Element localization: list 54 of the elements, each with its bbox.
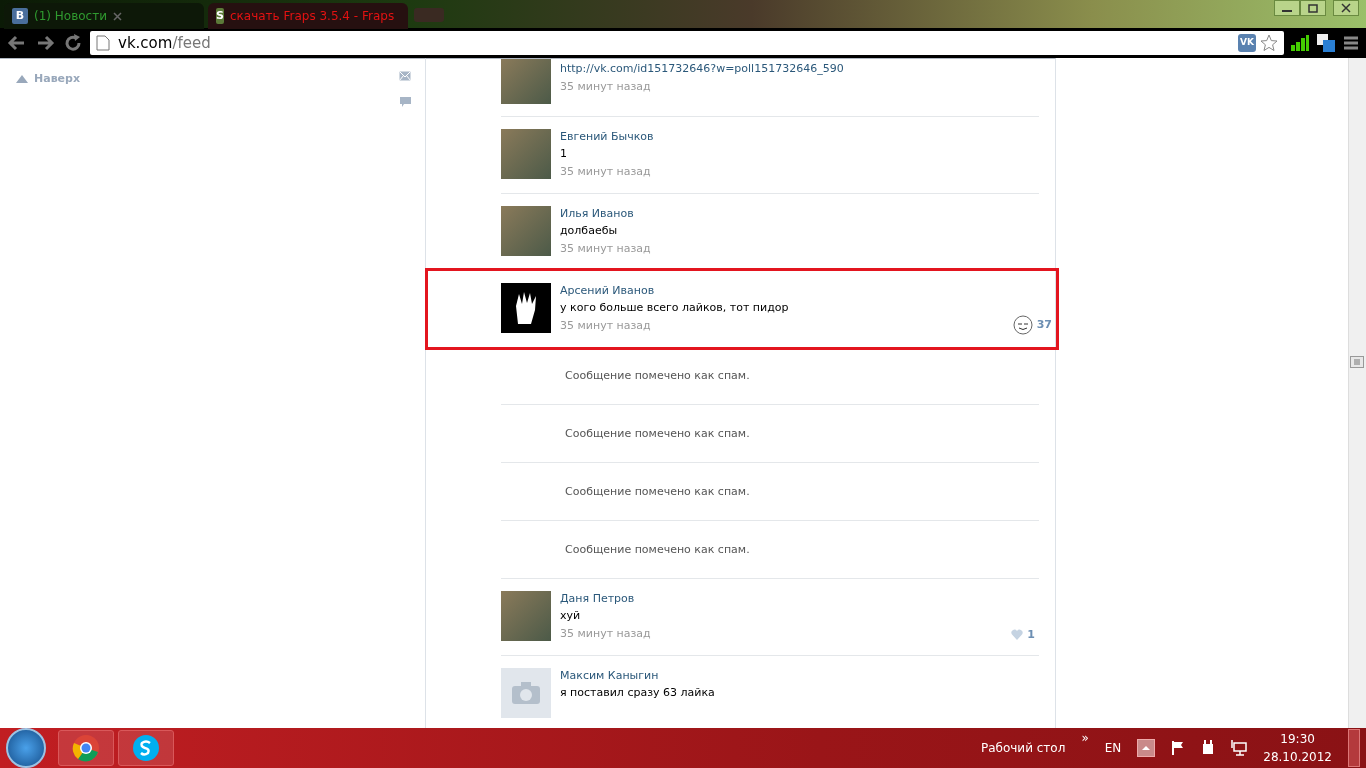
address-bar[interactable]: vk.com/feed VK: [90, 31, 1284, 55]
spam-notice: Сообщение помечено как спам.: [501, 405, 1039, 463]
language-indicator[interactable]: EN: [1104, 739, 1122, 757]
author-link[interactable]: Арсений Иванов: [560, 283, 789, 298]
triangle-up-icon: [16, 75, 28, 83]
author-link[interactable]: Даня Петров: [560, 591, 651, 606]
power-plug-icon[interactable]: [1201, 740, 1216, 756]
avatar-artwork[interactable]: [501, 283, 551, 333]
taskbar-button[interactable]: [118, 730, 174, 766]
face-icon: [1012, 315, 1033, 335]
comment-text: хуй: [560, 608, 582, 624]
url-text: vk.com/feed: [118, 32, 211, 54]
flag-icon[interactable]: [1171, 740, 1186, 756]
tray-expand-icon[interactable]: [1137, 739, 1156, 757]
author-link[interactable]: Илья Иванов: [560, 206, 651, 221]
page-icon: [96, 35, 110, 51]
author-link[interactable]: Евгений Бычков: [560, 129, 654, 144]
timestamp: 35 минут назад: [560, 164, 652, 180]
favicon-icon: S: [216, 8, 224, 24]
restore-button[interactable]: [1300, 0, 1326, 16]
minimize-button[interactable]: [1274, 0, 1300, 16]
star-icon[interactable]: [1260, 34, 1278, 52]
desktop-toolbar-label[interactable]: Рабочий стол: [980, 739, 1066, 757]
comment-text: у кого больше всего лайков, тот пидор: [560, 300, 789, 316]
scrollbar-thumb[interactable]: [1350, 356, 1364, 368]
chat-app-icon: [132, 734, 160, 762]
comment-text: я поставил сразу 63 лайка: [560, 685, 715, 701]
timestamp: 35 минут назад: [560, 626, 651, 642]
camera-icon: [512, 682, 540, 704]
post-link[interactable]: http://vk.com/id151732646?w=poll151732646_590: [560, 59, 844, 78]
spam-notice: Сообщение помечено как спам.: [501, 347, 1039, 405]
author-link[interactable]: Максим Каныгин: [560, 668, 715, 683]
browser-tab[interactable]: В (1) Новости: [4, 3, 204, 29]
close-icon[interactable]: [113, 11, 122, 21]
browser-icon: [72, 734, 100, 762]
comment-text: долбаебы: [560, 223, 619, 239]
start-button[interactable]: [6, 728, 46, 768]
clock-date: 28.10.2012: [1263, 749, 1332, 766]
extension-button[interactable]: VK: [1238, 34, 1256, 52]
network-icon[interactable]: [1231, 740, 1248, 756]
favicon-icon: В: [12, 8, 28, 24]
timestamp: 35 минут назад: [560, 318, 652, 334]
clock-time: 19:30: [1279, 731, 1316, 748]
timestamp: 35 минут назад: [560, 79, 652, 95]
timestamp: 35 минут назад: [560, 241, 651, 257]
signal-bars-icon[interactable]: [1290, 34, 1310, 52]
spam-notice: Сообщение помечено как спам.: [501, 463, 1039, 521]
translate-icon[interactable]: [1316, 33, 1336, 53]
taskbar-button[interactable]: [58, 730, 114, 766]
comment-text: 1: [560, 146, 568, 162]
browser-tab[interactable]: S скачать Fraps 3.5.4 - Fraps: [208, 3, 408, 29]
overflow-chevron[interactable]: »: [1081, 729, 1089, 747]
spam-notice: Сообщение помечено как спам.: [501, 521, 1039, 579]
menu-icon[interactable]: [1342, 34, 1360, 52]
